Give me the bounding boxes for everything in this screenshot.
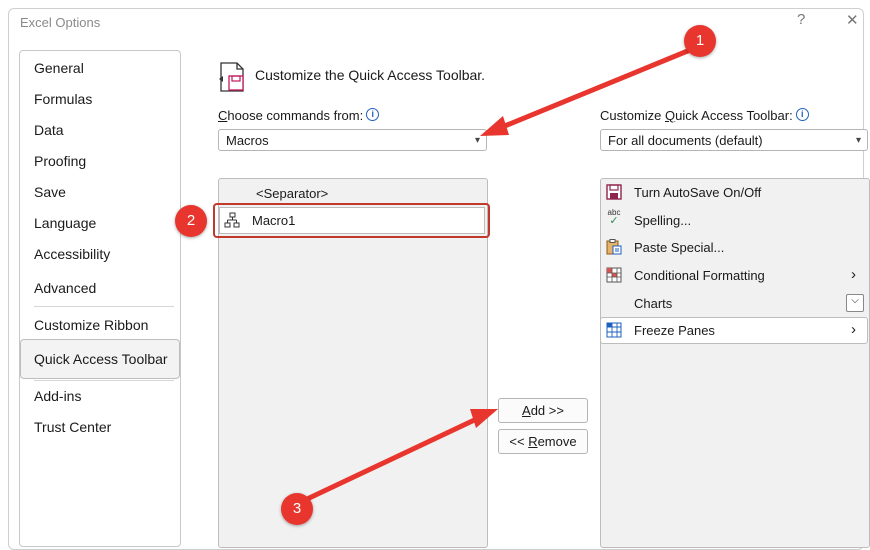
annotation-badge-2: 2 [175, 205, 207, 237]
annotation-badge-1: 1 [684, 25, 716, 57]
annotation-arrows [302, 47, 693, 503]
annotation-badge-3: 3 [281, 493, 313, 525]
